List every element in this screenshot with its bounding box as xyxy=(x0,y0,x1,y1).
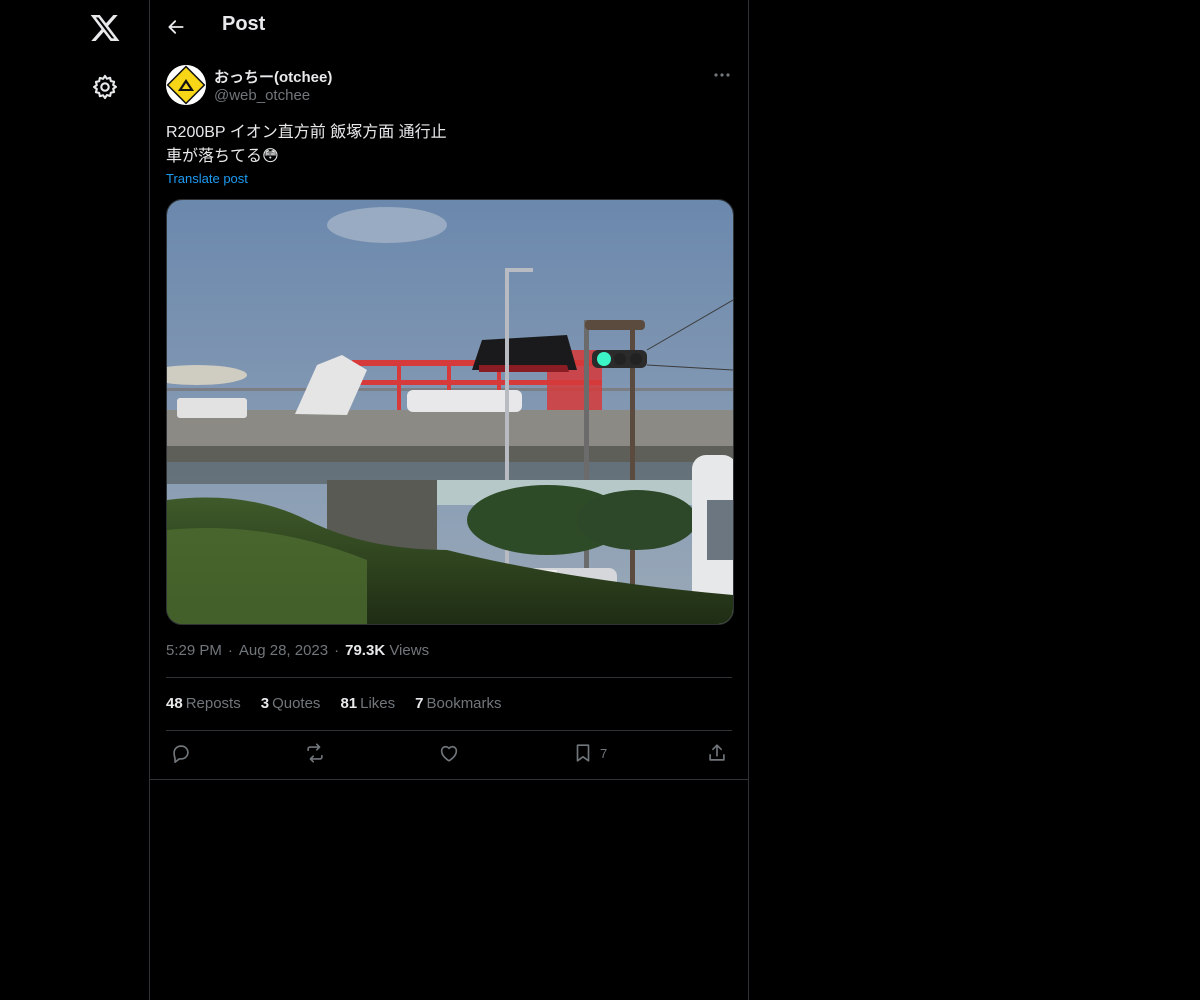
post-text: R200BP イオン直方前 飯塚方面 通行止 車が落ちてる😳 xyxy=(166,124,447,165)
main-column: Post おっちー(otchee) @web_otchee R200BP イオン… xyxy=(150,0,749,1000)
more-options-icon[interactable] xyxy=(712,66,732,84)
reply-icon xyxy=(173,745,189,763)
author-handle[interactable]: @web_otchee xyxy=(214,87,310,104)
left-nav xyxy=(0,0,150,1000)
divider xyxy=(166,730,732,731)
photo-image xyxy=(167,200,733,624)
author-name[interactable]: おっちー(otchee) xyxy=(214,66,332,87)
post-photo[interactable] xyxy=(166,199,734,625)
repost-icon xyxy=(307,743,323,763)
page-header: Post xyxy=(150,0,748,53)
reposts-stat[interactable]: 48 Reposts xyxy=(166,695,241,712)
bookmark-icon xyxy=(576,744,590,762)
translate-post-link[interactable]: Translate post xyxy=(166,171,248,186)
post-time[interactable]: 5:29 PM xyxy=(166,642,222,659)
share-button[interactable] xyxy=(706,742,728,764)
page-title: Post xyxy=(222,13,266,35)
bookmark-count: 7 xyxy=(600,745,608,761)
divider xyxy=(166,677,732,678)
reply-button[interactable] xyxy=(170,742,192,764)
share-icon xyxy=(709,744,725,761)
views-label: Views xyxy=(389,642,430,659)
post: おっちー(otchee) @web_otchee R200BP イオン直方前 飯… xyxy=(150,53,748,780)
x-logo-icon[interactable] xyxy=(88,12,122,44)
likes-stat[interactable]: 81 Likes xyxy=(340,695,395,712)
arrow-left-icon[interactable] xyxy=(166,17,186,37)
post-stats: 48 Reposts 3 Quotes 81 Likes 7 Bookmarks xyxy=(166,695,502,712)
quotes-stat[interactable]: 3 Quotes xyxy=(261,695,321,712)
post-meta: 5:29 PM · Aug 28, 2023 · 79.3K Views xyxy=(166,642,430,659)
avatar[interactable] xyxy=(166,65,206,105)
bookmarks-stat[interactable]: 7 Bookmarks xyxy=(415,695,501,712)
views-count: 79.3K xyxy=(345,642,386,659)
post-actions: 7 xyxy=(166,742,732,766)
like-button[interactable] xyxy=(438,742,460,764)
heart-icon xyxy=(440,745,458,762)
gear-icon[interactable] xyxy=(91,73,119,101)
repost-button[interactable] xyxy=(304,742,326,764)
post-date[interactable]: Aug 28, 2023 xyxy=(239,642,328,659)
bookmark-button[interactable]: 7 xyxy=(572,742,607,764)
